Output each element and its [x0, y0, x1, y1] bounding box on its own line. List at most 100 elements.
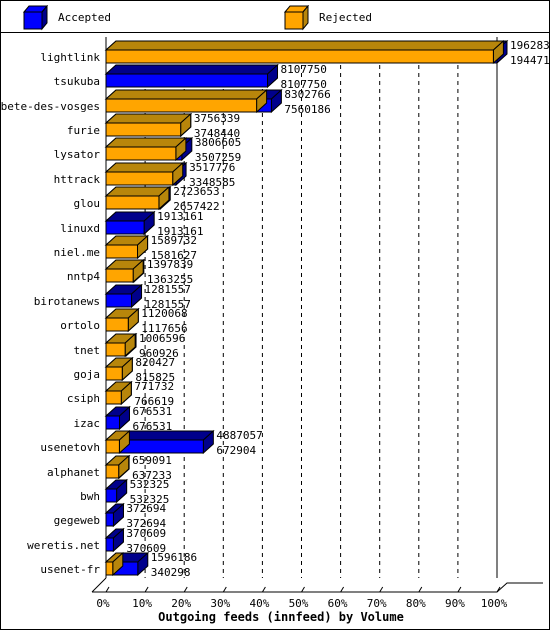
category-label: alphanet	[47, 466, 100, 479]
value-label-accepted: 771732	[134, 380, 174, 393]
x-tick	[379, 586, 384, 593]
bar-rejected	[104, 161, 185, 187]
category-label: linuxd	[60, 222, 100, 235]
category-label: ortolo	[60, 319, 100, 332]
category-label: tsukuba	[54, 75, 100, 88]
x-tick-label: 40%	[249, 597, 269, 610]
bar-accepted	[104, 527, 125, 553]
value-label-accepted: 820427	[135, 356, 175, 369]
value-label-accepted: 8302766	[284, 88, 330, 101]
x-tick	[418, 586, 423, 593]
x-tick	[105, 586, 110, 593]
cube-icon	[23, 4, 49, 30]
category-label: usenet-fr	[40, 563, 100, 576]
value-label-accepted: 372694	[126, 502, 166, 515]
value-label-accepted: 1913161	[157, 210, 203, 223]
x-tick	[457, 586, 462, 593]
x-axis-title: Outgoing feeds (innfeed) by Volume	[158, 610, 404, 624]
value-label-rejected: 7560186	[284, 103, 330, 116]
value-label-accepted: 3756339	[194, 112, 240, 125]
bar-accepted	[104, 478, 128, 504]
category-label: usenetovh	[40, 441, 100, 454]
category-label: furie	[67, 124, 100, 137]
x-tick	[222, 586, 227, 593]
category-label: goja	[74, 368, 101, 381]
category-label: glou	[74, 197, 101, 210]
x-tick-label: 10%	[132, 597, 152, 610]
bar-rejected	[104, 185, 171, 211]
axis-baseline	[92, 582, 543, 593]
value-label-accepted: 8107750	[281, 63, 327, 76]
value-label-accepted: 1281557	[145, 283, 191, 296]
legend-label-accepted: Accepted	[58, 10, 111, 24]
legend-entry-rejected: Rejected	[284, 1, 372, 33]
value-label-rejected: 672904	[216, 444, 256, 457]
bar-rejected	[104, 88, 268, 114]
bar-accepted	[104, 63, 279, 89]
value-label-accepted: 1589732	[151, 234, 197, 247]
category-label: nntp4	[67, 270, 100, 283]
value-label-accepted: 3517776	[189, 161, 235, 174]
bar-accepted	[104, 502, 125, 528]
x-tick-label: 30%	[210, 597, 230, 610]
x-tick	[340, 586, 345, 593]
chart-plot-area: lightlink tsukuba bete-des-vosges furie lysa…	[1, 33, 549, 629]
value-label-rejected: 19447184	[510, 54, 549, 67]
value-label-accepted: 19628306	[510, 39, 549, 52]
bar-accepted	[104, 405, 131, 431]
category-label: weretis.net	[27, 539, 100, 552]
x-tick-label: 70%	[367, 597, 387, 610]
value-label-accepted: 1120068	[141, 307, 187, 320]
value-label-accepted: 1397839	[147, 258, 193, 271]
category-label: lightlink	[40, 51, 100, 64]
chart-legend: Accepted Rejected	[1, 1, 549, 33]
bar-rejected	[104, 136, 188, 162]
cube-icon	[284, 4, 310, 30]
value-label-accepted: 2723653	[173, 185, 219, 198]
bar-rejected	[104, 380, 133, 406]
category-label: httrack	[54, 173, 101, 186]
category-label: birotanews	[34, 295, 100, 308]
x-tick-label: 0%	[96, 597, 110, 610]
bar-accepted	[104, 210, 156, 236]
value-label-accepted: 3806605	[195, 136, 241, 149]
x-tick-label: 100%	[481, 597, 508, 610]
bar-rejected	[104, 454, 130, 480]
category-label: bete-des-vosges	[1, 100, 100, 113]
x-tick-label: 50%	[289, 597, 309, 610]
value-label-accepted: 1596186	[151, 551, 197, 564]
bar-accepted	[104, 283, 143, 309]
x-tick-label: 60%	[328, 597, 348, 610]
category-label: lysator	[54, 148, 101, 161]
category-label: gegeweb	[54, 514, 100, 527]
axis-corner-line	[91, 577, 107, 593]
legend-label-rejected: Rejected	[319, 10, 372, 24]
category-labels: lightlink tsukuba bete-des-vosges furie lysa…	[1, 51, 100, 576]
x-tick-label: 90%	[445, 597, 465, 610]
value-label-accepted: 370609	[126, 527, 166, 540]
bar-rejected	[104, 39, 505, 65]
category-label: csiph	[67, 392, 100, 405]
category-label: tnet	[74, 344, 101, 357]
bar-chart-svg: lightlink tsukuba bete-des-vosges furie lysa…	[1, 37, 549, 624]
value-label-rejected: 676531	[132, 420, 172, 433]
x-tick	[301, 586, 305, 593]
bar-rejected	[104, 356, 134, 382]
bar-rejected	[104, 112, 192, 138]
value-label-accepted: 1006596	[139, 332, 185, 345]
x-axis	[91, 577, 543, 593]
x-axis-tick-labels: 0% 10% 20% 30% 40% 50% 60% 70% 80% 90% 100%	[96, 597, 507, 610]
value-label-accepted: 4887057	[216, 429, 262, 442]
x-tick-label: 20%	[171, 597, 191, 610]
bar-rejected	[104, 307, 140, 333]
category-label: izac	[74, 417, 101, 430]
bar-rejected	[104, 234, 149, 260]
x-tick-label: 80%	[406, 597, 426, 610]
x-tick	[144, 586, 149, 593]
bar-rejected	[104, 332, 137, 358]
value-label-rejected: 340298	[151, 566, 191, 579]
value-label-accepted: 532325	[130, 478, 170, 491]
category-label: niel.me	[54, 246, 100, 259]
chart-window: Accepted Rejected lightlink tsukuba bete-d…	[0, 0, 550, 630]
x-tick	[183, 586, 188, 593]
